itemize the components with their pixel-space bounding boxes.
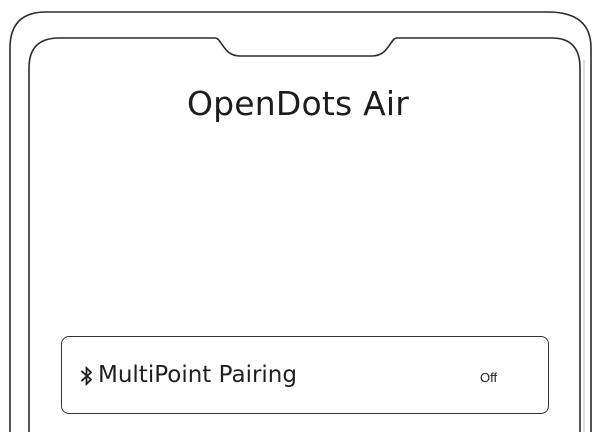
multipoint-pairing-label: MultiPoint Pairing	[98, 362, 297, 388]
bluetooth-icon	[81, 366, 93, 386]
app-title: OpenDots Air	[186, 84, 410, 123]
multipoint-pairing-status: Off	[480, 370, 498, 385]
screen: OpenDots Air MultiPoint Pairing Off	[0, 0, 596, 432]
multipoint-pairing-row[interactable]: MultiPoint Pairing Off	[61, 336, 549, 414]
